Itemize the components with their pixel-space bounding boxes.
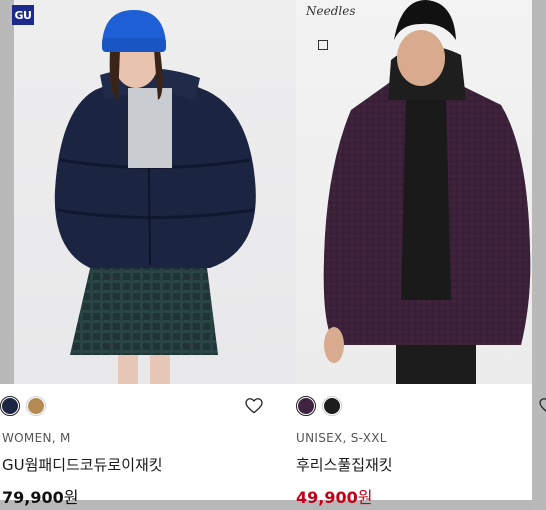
product-photo-graphic bbox=[0, 0, 256, 384]
swatch-navy[interactable] bbox=[0, 396, 20, 416]
product-image[interactable]: Needles bbox=[296, 0, 532, 384]
brand-emblem-icon bbox=[318, 40, 328, 50]
heart-icon[interactable] bbox=[245, 398, 263, 414]
brand-logo-gu: GU bbox=[12, 5, 34, 25]
product-grid: GU WOMEN, M GU웜패디드코듀로이재킷 79,900원 Needles… bbox=[0, 0, 546, 510]
price-amount: 79,900 bbox=[2, 488, 64, 507]
color-swatches bbox=[296, 396, 342, 416]
swatch-camel[interactable] bbox=[26, 396, 46, 416]
product-meta: UNISEX, S-XXL bbox=[296, 431, 387, 445]
product-meta: WOMEN, M bbox=[2, 431, 71, 445]
price-currency: 원 bbox=[63, 488, 79, 507]
price-currency: 원 bbox=[357, 488, 373, 507]
price-amount: 49,900 bbox=[296, 488, 358, 507]
heart-icon[interactable] bbox=[539, 398, 546, 414]
swatch-black[interactable] bbox=[322, 396, 342, 416]
product-price: 49,900원 bbox=[296, 484, 372, 508]
product-card-1[interactable]: GU WOMEN, M GU웜패디드코듀로이재킷 79,900원 bbox=[0, 0, 296, 507]
product-image[interactable]: GU bbox=[0, 0, 296, 384]
product-name[interactable]: 후리스풀집재킷 bbox=[296, 454, 393, 475]
product-card-2[interactable]: Needles UNISEX, S-XXL 후리스풀집재킷 49,900원 bbox=[296, 0, 546, 507]
color-swatches bbox=[0, 396, 46, 416]
brand-signature-logo: Needles bbox=[306, 4, 356, 18]
next-card-peek bbox=[532, 0, 546, 510]
swatch-purple[interactable] bbox=[296, 396, 316, 416]
product-name[interactable]: GU웜패디드코듀로이재킷 bbox=[2, 454, 163, 475]
product-price: 79,900원 bbox=[2, 484, 78, 508]
product-photo-graphic bbox=[323, 0, 531, 384]
